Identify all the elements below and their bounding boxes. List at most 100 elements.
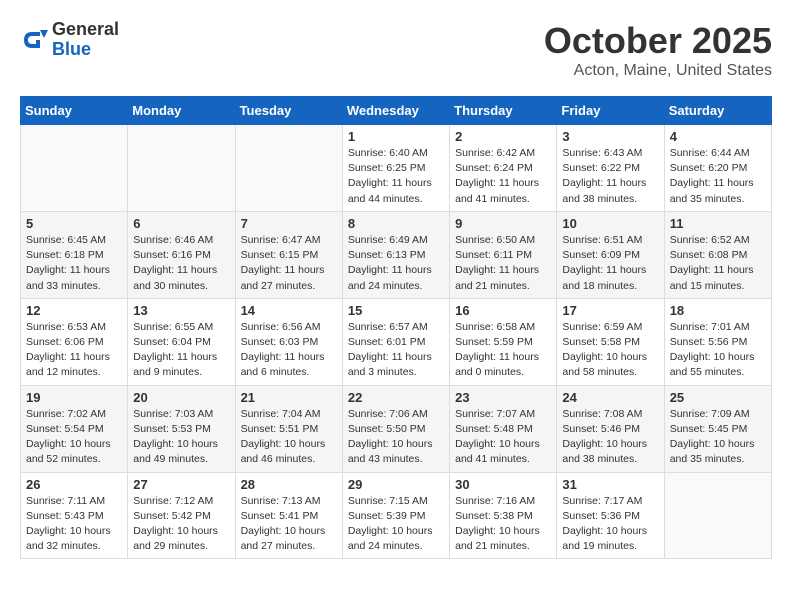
calendar-cell: 15 Sunrise: 6:57 AM Sunset: 6:01 PM Dayli…	[342, 298, 449, 385]
day-number: 3	[562, 129, 658, 144]
logo-blue-text: Blue	[52, 40, 119, 60]
day-number: 1	[348, 129, 444, 144]
day-info: Sunrise: 6:55 AM Sunset: 6:04 PM Dayligh…	[133, 320, 229, 381]
calendar-cell: 4Sunrise: 6:44 AM Sunset: 6:20 PM Daylig…	[664, 125, 771, 212]
location: Acton, Maine, United States	[544, 62, 772, 80]
day-info: Sunrise: 6:45 AM Sunset: 6:18 PM Dayligh…	[26, 233, 122, 294]
day-number: 21	[241, 390, 337, 405]
calendar-cell: 2 Sunrise: 6:42 AM Sunset: 6:24 PM Daylig…	[450, 125, 557, 212]
day-header-monday: Monday	[128, 97, 235, 125]
day-number: 29	[348, 477, 444, 492]
day-number: 2	[455, 129, 551, 144]
day-number: 11	[670, 216, 766, 231]
calendar-cell: 23Sunrise: 7:07 AM Sunset: 5:48 PM Dayli…	[450, 385, 557, 472]
calendar-cell: 3 Sunrise: 6:43 AM Sunset: 6:22 PM Daylig…	[557, 125, 664, 212]
calendar-cell: 13 Sunrise: 6:55 AM Sunset: 6:04 PM Dayli…	[128, 298, 235, 385]
day-number: 9	[455, 216, 551, 231]
day-number: 16	[455, 303, 551, 318]
day-number: 14	[241, 303, 337, 318]
day-number: 25	[670, 390, 766, 405]
calendar-cell: 24Sunrise: 7:08 AM Sunset: 5:46 PM Dayli…	[557, 385, 664, 472]
week-row-5: 26 Sunrise: 7:11 AM Sunset: 5:43 PM Dayli…	[21, 472, 772, 559]
day-number: 17	[562, 303, 658, 318]
day-info: Sunrise: 7:17 AM Sunset: 5:36 PM Dayligh…	[562, 494, 658, 555]
day-info: Sunrise: 7:09 AM Sunset: 5:45 PM Dayligh…	[670, 407, 766, 468]
calendar-cell: 17 Sunrise: 6:59 AM Sunset: 5:58 PM Dayli…	[557, 298, 664, 385]
calendar-cell: 29Sunrise: 7:15 AM Sunset: 5:39 PM Dayli…	[342, 472, 449, 559]
day-info: Sunrise: 6:40 AM Sunset: 6:25 PM Dayligh…	[348, 146, 444, 207]
calendar-cell: 31 Sunrise: 7:17 AM Sunset: 5:36 PM Dayli…	[557, 472, 664, 559]
day-number: 20	[133, 390, 229, 405]
day-info: Sunrise: 6:58 AM Sunset: 5:59 PM Dayligh…	[455, 320, 551, 381]
day-info: Sunrise: 6:53 AM Sunset: 6:06 PM Dayligh…	[26, 320, 122, 381]
calendar-cell: 30 Sunrise: 7:16 AM Sunset: 5:38 PM Dayli…	[450, 472, 557, 559]
day-number: 22	[348, 390, 444, 405]
day-info: Sunrise: 7:12 AM Sunset: 5:42 PM Dayligh…	[133, 494, 229, 555]
day-number: 26	[26, 477, 122, 492]
day-info: Sunrise: 7:16 AM Sunset: 5:38 PM Dayligh…	[455, 494, 551, 555]
day-number: 19	[26, 390, 122, 405]
day-info: Sunrise: 6:59 AM Sunset: 5:58 PM Dayligh…	[562, 320, 658, 381]
day-header-friday: Friday	[557, 97, 664, 125]
day-number: 8	[348, 216, 444, 231]
calendar-cell: 14 Sunrise: 6:56 AM Sunset: 6:03 PM Dayli…	[235, 298, 342, 385]
day-info: Sunrise: 7:03 AM Sunset: 5:53 PM Dayligh…	[133, 407, 229, 468]
day-info: Sunrise: 6:47 AM Sunset: 6:15 PM Dayligh…	[241, 233, 337, 294]
day-number: 13	[133, 303, 229, 318]
day-number: 12	[26, 303, 122, 318]
day-info: Sunrise: 7:07 AM Sunset: 5:48 PM Dayligh…	[455, 407, 551, 468]
day-info: Sunrise: 7:02 AM Sunset: 5:54 PM Dayligh…	[26, 407, 122, 468]
day-header-tuesday: Tuesday	[235, 97, 342, 125]
day-info: Sunrise: 6:50 AM Sunset: 6:11 PM Dayligh…	[455, 233, 551, 294]
calendar-cell: 20 Sunrise: 7:03 AM Sunset: 5:53 PM Dayli…	[128, 385, 235, 472]
day-info: Sunrise: 6:56 AM Sunset: 6:03 PM Dayligh…	[241, 320, 337, 381]
week-row-4: 19 Sunrise: 7:02 AM Sunset: 5:54 PM Dayli…	[21, 385, 772, 472]
day-info: Sunrise: 6:57 AM Sunset: 6:01 PM Dayligh…	[348, 320, 444, 381]
calendar-cell	[21, 125, 128, 212]
calendar-cell: 25 Sunrise: 7:09 AM Sunset: 5:45 PM Dayli…	[664, 385, 771, 472]
calendar-cell: 8 Sunrise: 6:49 AM Sunset: 6:13 PM Daylig…	[342, 211, 449, 298]
day-number: 27	[133, 477, 229, 492]
day-info: Sunrise: 7:01 AM Sunset: 5:56 PM Dayligh…	[670, 320, 766, 381]
day-header-thursday: Thursday	[450, 97, 557, 125]
calendar-cell: 7 Sunrise: 6:47 AM Sunset: 6:15 PM Daylig…	[235, 211, 342, 298]
calendar-cell	[664, 472, 771, 559]
day-number: 30	[455, 477, 551, 492]
calendar-header-row: SundayMondayTuesdayWednesdayThursdayFrid…	[21, 97, 772, 125]
day-info: Sunrise: 6:43 AM Sunset: 6:22 PM Dayligh…	[562, 146, 658, 207]
week-row-3: 12 Sunrise: 6:53 AM Sunset: 6:06 PM Dayli…	[21, 298, 772, 385]
calendar-cell: 12 Sunrise: 6:53 AM Sunset: 6:06 PM Dayli…	[21, 298, 128, 385]
day-number: 6	[133, 216, 229, 231]
day-number: 31	[562, 477, 658, 492]
calendar-cell: 27 Sunrise: 7:12 AM Sunset: 5:42 PM Dayli…	[128, 472, 235, 559]
day-info: Sunrise: 7:13 AM Sunset: 5:41 PM Dayligh…	[241, 494, 337, 555]
day-info: Sunrise: 7:04 AM Sunset: 5:51 PM Dayligh…	[241, 407, 337, 468]
calendar-cell: 5 Sunrise: 6:45 AM Sunset: 6:18 PM Daylig…	[21, 211, 128, 298]
calendar-cell: 1 Sunrise: 6:40 AM Sunset: 6:25 PM Daylig…	[342, 125, 449, 212]
calendar-cell: 26 Sunrise: 7:11 AM Sunset: 5:43 PM Dayli…	[21, 472, 128, 559]
calendar-cell: 21 Sunrise: 7:04 AM Sunset: 5:51 PM Dayli…	[235, 385, 342, 472]
logo-icon	[20, 26, 48, 54]
day-number: 10	[562, 216, 658, 231]
day-header-saturday: Saturday	[664, 97, 771, 125]
calendar-cell: 11Sunrise: 6:52 AM Sunset: 6:08 PM Dayli…	[664, 211, 771, 298]
title-block: October 2025 Acton, Maine, United States	[544, 20, 772, 80]
calendar-cell: 6 Sunrise: 6:46 AM Sunset: 6:16 PM Daylig…	[128, 211, 235, 298]
day-info: Sunrise: 6:44 AM Sunset: 6:20 PM Dayligh…	[670, 146, 766, 207]
day-info: Sunrise: 7:06 AM Sunset: 5:50 PM Dayligh…	[348, 407, 444, 468]
day-info: Sunrise: 6:42 AM Sunset: 6:24 PM Dayligh…	[455, 146, 551, 207]
day-info: Sunrise: 6:49 AM Sunset: 6:13 PM Dayligh…	[348, 233, 444, 294]
calendar-cell: 19 Sunrise: 7:02 AM Sunset: 5:54 PM Dayli…	[21, 385, 128, 472]
logo-general-text: General	[52, 20, 119, 40]
day-number: 18	[670, 303, 766, 318]
day-number: 15	[348, 303, 444, 318]
calendar-cell: 28Sunrise: 7:13 AM Sunset: 5:41 PM Dayli…	[235, 472, 342, 559]
logo-text: General Blue	[52, 20, 119, 60]
day-number: 5	[26, 216, 122, 231]
week-row-1: 1 Sunrise: 6:40 AM Sunset: 6:25 PM Daylig…	[21, 125, 772, 212]
day-number: 24	[562, 390, 658, 405]
day-info: Sunrise: 7:11 AM Sunset: 5:43 PM Dayligh…	[26, 494, 122, 555]
day-number: 7	[241, 216, 337, 231]
day-info: Sunrise: 6:46 AM Sunset: 6:16 PM Dayligh…	[133, 233, 229, 294]
calendar-cell: 9 Sunrise: 6:50 AM Sunset: 6:11 PM Daylig…	[450, 211, 557, 298]
